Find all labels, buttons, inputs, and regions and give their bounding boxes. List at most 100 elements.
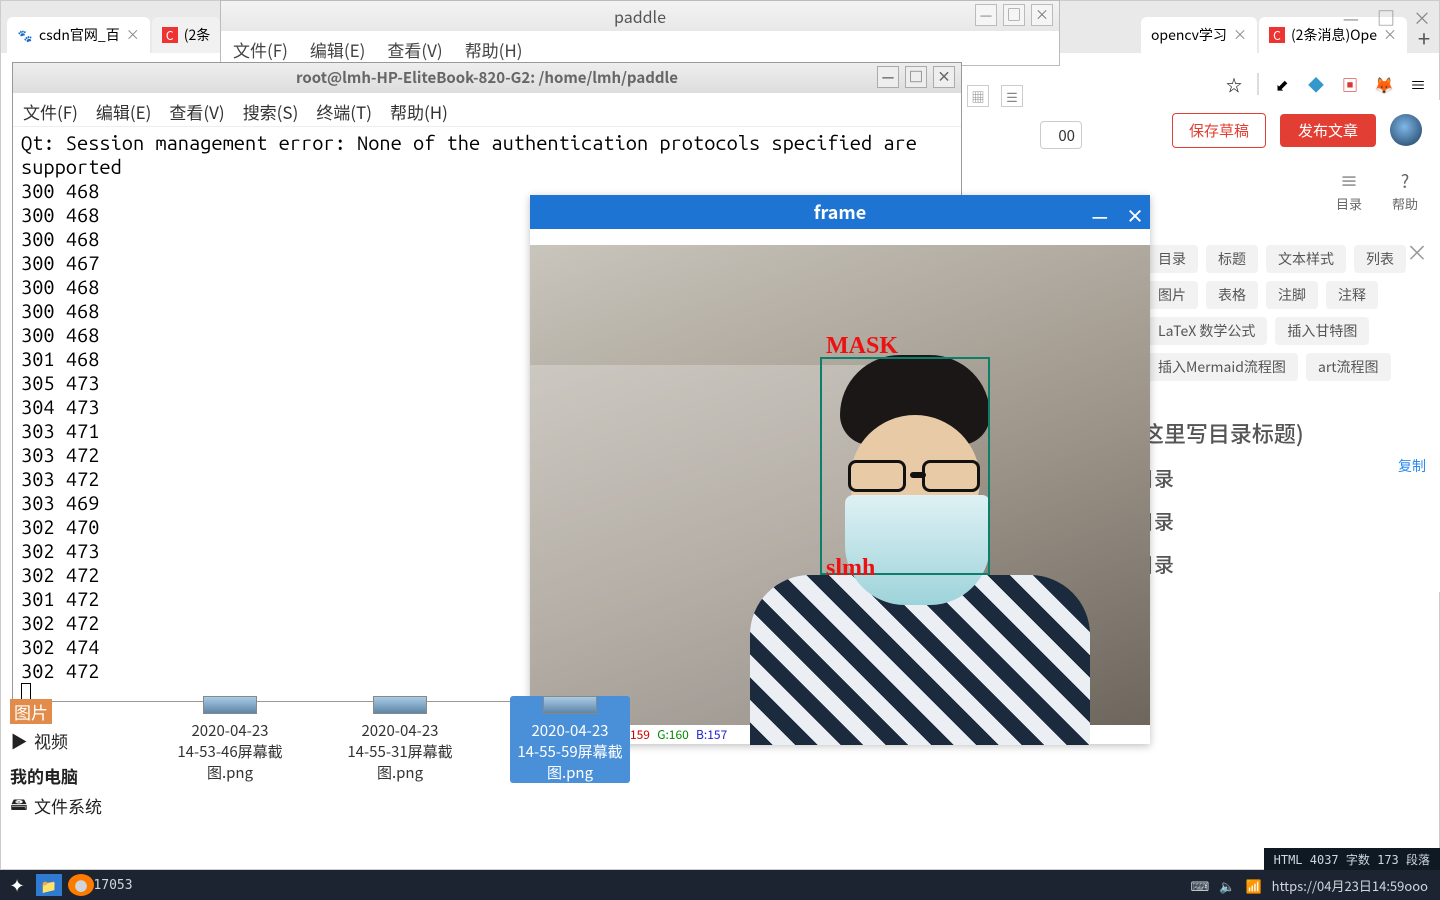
file-thumbnail[interactable]: 2020-04-2314-55-59屏幕截图.png [510, 696, 630, 783]
taskbar: ✦ 📁 ● 17053 ⌨ 🔈 📶 https://04月23日14:59ooo [0, 870, 1440, 900]
minimize-icon[interactable]: — [1343, 5, 1359, 31]
browser-tab[interactable]: 🐾 csdn官网_百 × [7, 17, 150, 53]
launcher-icon[interactable]: ● [68, 874, 94, 896]
tab-title: opencv学习 [1151, 25, 1227, 45]
save-draft-button[interactable]: 保存草稿 [1172, 113, 1266, 148]
help-button[interactable]: ?帮助 [1392, 168, 1418, 213]
csdn-editor-panel: 保存草稿 发布文章 ≡目录 ?帮助 × 目录标题文本样式列表图片表格注脚注释La… [1130, 100, 1440, 592]
video-icon: ▶ [10, 728, 28, 753]
file-thumbnail[interactable]: 2020-04-2314-53-46屏幕截图.png [170, 696, 290, 783]
insert-tag-cloud: 目录标题文本样式列表图片表格注脚注释 LaTeX 数学公式插入甘特图插入Merma… [1130, 221, 1440, 387]
outline-h2: 目录 [1130, 463, 1440, 492]
window-title: root@lmh-HP-EliteBook-820-G2: /home/lmh/… [296, 67, 678, 88]
outline-preview: (这里写目录标题) 目录 目录 目录 [1130, 387, 1440, 578]
close-icon[interactable]: × [1126, 199, 1144, 233]
launcher-icon[interactable]: ✦ [4, 874, 30, 896]
browser-tab[interactable]: C (2条 [152, 17, 221, 53]
terminal-titlebar[interactable]: root@lmh-HP-EliteBook-820-G2: /home/lmh/… [13, 63, 961, 93]
insert-tag[interactable]: 注释 [1326, 281, 1378, 309]
outline-h2: 目录 [1130, 549, 1440, 578]
favicon-icon: C [162, 27, 178, 43]
window-title: paddle [614, 4, 666, 28]
label: 目录 [1336, 194, 1362, 213]
ext-icon[interactable]: ◆ [1305, 73, 1327, 95]
insert-tag[interactable]: 图片 [1146, 281, 1198, 309]
minimize-icon[interactable]: — [975, 4, 997, 26]
menu-item[interactable]: 搜索(S) [243, 99, 299, 120]
minimize-icon[interactable]: — [1092, 199, 1108, 233]
thumbnail-icon [543, 696, 597, 714]
label: 视频 [34, 728, 68, 753]
frame-titlebar[interactable]: frame — × [530, 195, 1150, 229]
menu-item[interactable]: 帮助(H) [390, 99, 448, 120]
browser-tab[interactable]: opencv学习 × [1141, 17, 1257, 53]
tab-title: csdn官网_百 [39, 25, 120, 45]
maximize-icon[interactable]: □ [1377, 5, 1395, 31]
insert-tag[interactable]: 插入甘特图 [1275, 317, 1369, 345]
tab-close-icon[interactable]: × [1233, 25, 1247, 45]
insert-tag[interactable]: 注脚 [1266, 281, 1318, 309]
opencv-frame-window: frame — × MASK slmh (x=193, y=46) ~ R:15… [530, 195, 1150, 744]
outline-h1: (这里写目录标题) [1130, 417, 1440, 449]
paddle-window: paddle — □ × 文件(F) 编辑(E) 查看(V) 帮助(H) [220, 0, 1060, 66]
menu-item[interactable]: 文件(F) [233, 37, 288, 59]
ext-icon[interactable]: ⬋ [1271, 73, 1293, 95]
view-icon[interactable]: ▦ [967, 85, 989, 107]
launcher-icon[interactable]: 📁 [36, 874, 62, 896]
star-icon[interactable]: ☆ [1223, 73, 1245, 95]
maximize-icon[interactable]: □ [1003, 4, 1025, 26]
insert-tag[interactable]: 文本样式 [1266, 245, 1346, 273]
tray-icon[interactable]: 🔈 [1219, 876, 1235, 895]
toc-button[interactable]: ≡目录 [1336, 168, 1362, 213]
tray-icon[interactable]: ⌨ [1191, 876, 1210, 895]
thumbnail-icon [203, 696, 257, 714]
label: 图片 [10, 699, 52, 724]
sidebar-item-pictures[interactable]: 图片 [10, 697, 150, 726]
menu-item[interactable]: 帮助(H) [465, 37, 523, 59]
filemanager-view-switch: ▦ ☰ [967, 85, 1023, 107]
menu-icon[interactable]: ≡ [1407, 73, 1429, 95]
maximize-icon[interactable]: □ [905, 66, 927, 88]
menu-item[interactable]: 查看(V) [387, 37, 442, 59]
name-label: slmh [826, 555, 875, 582]
insert-tag[interactable]: 列表 [1354, 245, 1406, 273]
menu-item[interactable]: 编辑(E) [310, 37, 366, 59]
editor-statusbar: HTML 4037 字数 173 段落 [1264, 848, 1440, 870]
insert-tag[interactable]: LaTeX 数学公式 [1146, 317, 1267, 345]
tray-clock: https://04月23日14:59ooo [1272, 876, 1428, 895]
close-icon[interactable]: × [1031, 4, 1053, 26]
file-thumbnail[interactable]: 2020-04-2314-55-31屏幕截图.png [340, 696, 460, 783]
frame-image: MASK slmh [530, 245, 1150, 725]
sidebar-item-videos[interactable]: ▶ 视频 [10, 726, 150, 755]
browser-extension-row: ☆ ⬋ ◆ ▣ 🦊 ≡ [1223, 73, 1429, 95]
frame-toolbar [530, 229, 1150, 245]
insert-tag[interactable]: 标题 [1206, 245, 1258, 273]
menu-item[interactable]: 终端(T) [316, 99, 372, 120]
insert-tag[interactable]: 目录 [1146, 245, 1198, 273]
insert-tag[interactable]: art流程图 [1306, 353, 1391, 381]
ext-icon[interactable]: 🦊 [1373, 73, 1395, 95]
label: 文件系统 [34, 793, 102, 818]
publish-button[interactable]: 发布文章 [1280, 114, 1376, 147]
copy-link[interactable]: 复制 [1398, 456, 1426, 476]
divider [1257, 73, 1259, 95]
sidebar-heading: 我的电脑 [10, 763, 150, 788]
menu-item[interactable]: 编辑(E) [96, 99, 152, 120]
tray-icon[interactable]: 📶 [1245, 876, 1261, 895]
minimize-icon[interactable]: — [877, 66, 899, 88]
menu-item[interactable]: 文件(F) [23, 99, 78, 120]
close-icon[interactable]: × [1413, 5, 1431, 31]
insert-tag[interactable]: 插入Mermaid流程图 [1146, 353, 1298, 381]
menu-item[interactable]: 查看(V) [169, 99, 224, 120]
view-icon[interactable]: ☰ [1001, 85, 1023, 107]
close-icon[interactable]: × [933, 66, 955, 88]
ext-icon[interactable]: ▣ [1339, 73, 1361, 95]
paddle-titlebar[interactable]: paddle — □ × [221, 1, 1059, 31]
tab-close-icon[interactable]: × [126, 25, 140, 45]
insert-tag[interactable]: 表格 [1206, 281, 1258, 309]
close-panel-icon[interactable]: × [1406, 236, 1428, 268]
avatar[interactable] [1390, 114, 1422, 146]
pixel-b: B:157 [696, 726, 727, 743]
label: 帮助 [1392, 194, 1418, 213]
sidebar-item-filesystem[interactable]: 🖴 文件系统 [10, 788, 150, 823]
